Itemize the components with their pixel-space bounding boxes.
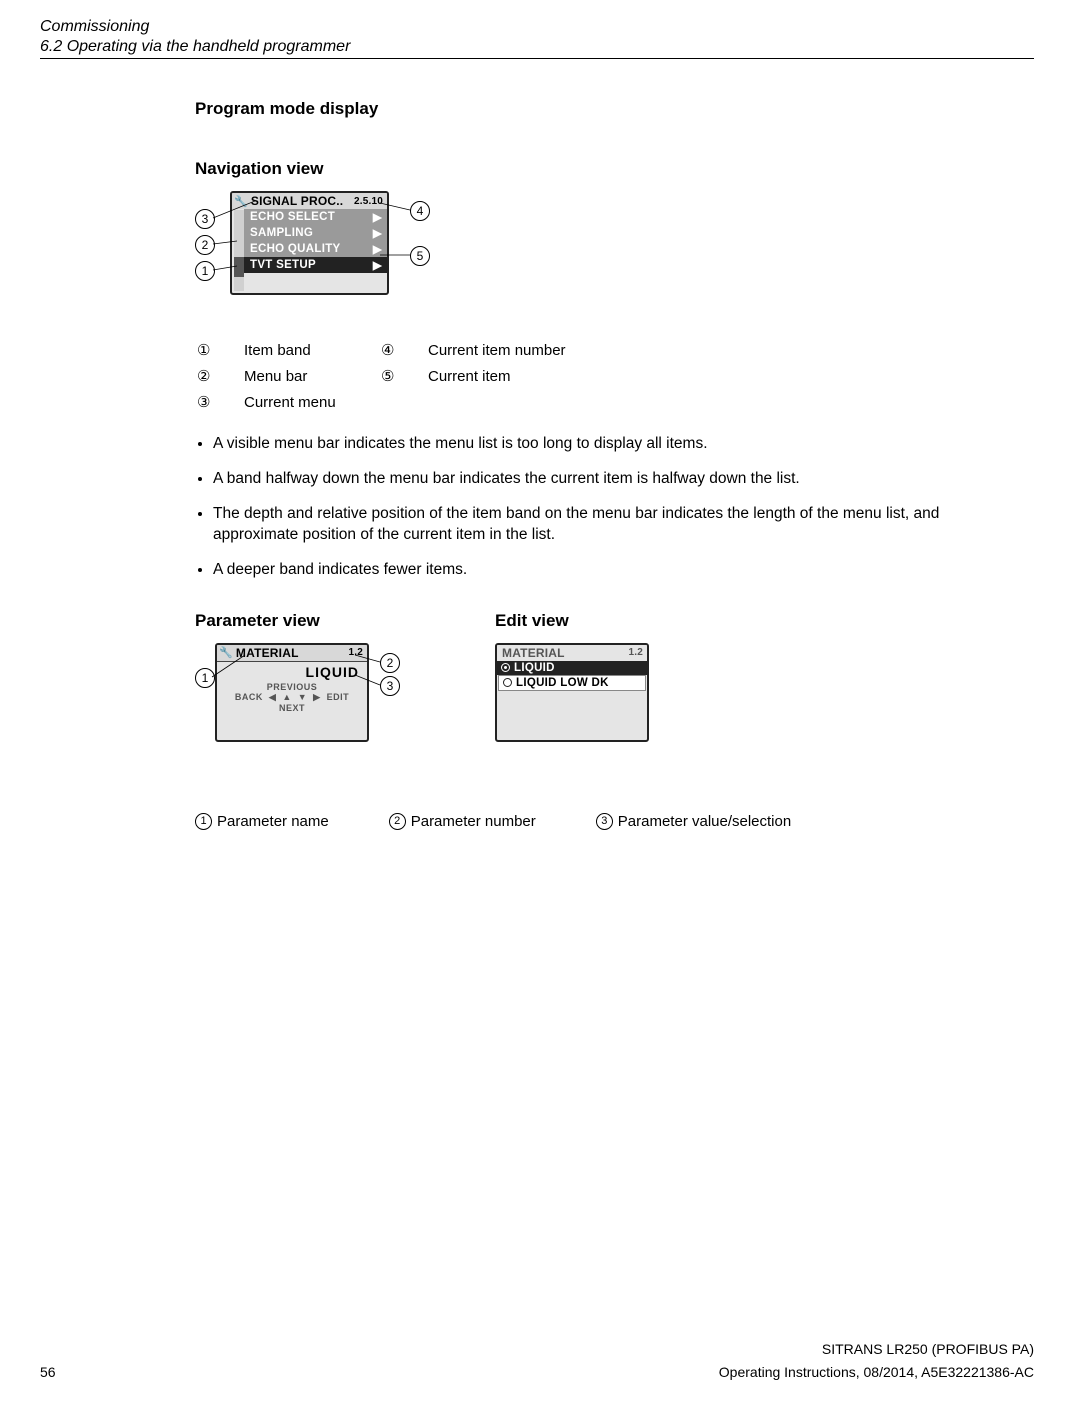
legend-label: Current item number [428,338,581,362]
legend-num: ① [197,338,242,362]
radio-selected-icon [501,663,510,672]
callout-4: 4 [410,201,430,221]
arrow-left-icon: ◀ [269,692,276,703]
bullet-item: The depth and relative position of the i… [213,504,1004,546]
nav-legend-table: ① Item band ④ Current item number ② Menu… [195,336,583,416]
edit-lcd-num: 1.2 [628,647,643,658]
footer-docinfo: Operating Instructions, 08/2014, A5E3222… [719,1364,1034,1380]
arrow-up-icon: ▲ [282,692,291,702]
nav-lcd-title-row: 🔧 SIGNAL PROC.. 2.5.10 [232,193,387,209]
nav-back: BACK [235,692,263,702]
legend-num: ④ [381,338,426,362]
edit-option: LIQUID LOW DK [498,675,646,691]
legend-label: Parameter number [411,813,536,830]
navigation-diagram: 🔧 SIGNAL PROC.. 2.5.10 ECHO SELECT▶ SAMP… [195,191,455,321]
heading-navigation-view: Navigation view [195,159,1004,179]
legend-num: 1 [195,813,212,830]
callout-2: 2 [195,235,215,255]
nav-previous: PREVIOUS [217,682,367,692]
header-chapter: Commissioning [40,18,1034,36]
legend-label: Parameter value/selection [618,813,791,830]
callout-1: 1 [195,668,215,688]
edit-option-label: LIQUID [514,662,555,674]
edit-option-label: LIQUID LOW DK [516,677,609,689]
nav-menu-item: SAMPLING▶ [244,225,387,241]
nav-lcd: 🔧 SIGNAL PROC.. 2.5.10 ECHO SELECT▶ SAMP… [230,191,389,295]
legend-num: 2 [389,813,406,830]
param-lcd: 🔧 MATERIAL 1.2 LIQUID PREVIOUS BACK ◀ ▲ [215,643,369,742]
callout-5: 5 [410,246,430,266]
parameter-diagram: 🔧 MATERIAL 1.2 LIQUID PREVIOUS BACK ◀ ▲ [195,643,405,753]
edit-option-selected: LIQUID [497,661,647,675]
nav-lcd-title-num: 2.5.10 [354,196,383,207]
nav-item-label: ECHO QUALITY [250,243,341,255]
heading-parameter-view: Parameter view [195,611,405,631]
nav-item-label: TVT SETUP [250,259,316,271]
nav-item-label: SAMPLING [250,227,313,239]
page-footer: SITRANS LR250 (PROFIBUS PA) 56 Operating… [40,1340,1034,1380]
callout-3: 3 [195,209,215,229]
edit-lcd: MATERIAL 1.2 LIQUID LIQUID LOW DK [495,643,649,742]
item-band [234,257,244,277]
bullet-item: A visible menu bar indicates the menu li… [213,434,1004,455]
heading-edit-view: Edit view [495,611,649,631]
wrench-icon: 🔧 [234,195,248,208]
footer-product: SITRANS LR250 (PROFIBUS PA) [40,1340,1034,1360]
nav-next: NEXT [217,703,367,713]
arrow-down-icon: ▼ [298,692,307,702]
nav-menu-item: ECHO QUALITY▶ [244,241,387,257]
param-lcd-title: MATERIAL [233,646,349,660]
nav-edit: EDIT [327,692,350,702]
header-rule [40,58,1034,59]
footer-page-number: 56 [40,1364,56,1380]
legend-label: Menu bar [244,364,379,388]
legend-label: Current menu [244,390,379,414]
menu-bar [234,210,244,291]
nav-item-label: ECHO SELECT [250,211,335,223]
arrow-right-icon: ▶ [313,692,320,703]
legend-label: Item band [244,338,379,362]
nav-menu-item-selected: TVT SETUP▶ [244,257,387,273]
callout-1: 1 [195,261,215,281]
heading-program-mode: Program mode display [195,99,1004,119]
legend-num: ② [197,364,242,388]
callout-2: 2 [380,653,400,673]
callout-3: 3 [380,676,400,696]
legend-label: Parameter name [217,813,329,830]
bullet-item: A band halfway down the menu bar indicat… [213,469,1004,490]
legend-num: ⑤ [381,364,426,388]
bullet-item: A deeper band indicates fewer items. [213,560,1004,581]
radio-unselected-icon [503,678,512,687]
param-legend-row: 1 Parameter name 2 Parameter number 3 Param… [195,813,1004,831]
legend-num: 3 [596,813,613,830]
param-lcd-num: 1.2 [348,647,363,658]
bullet-list: A visible menu bar indicates the menu li… [195,434,1004,581]
wrench-icon: 🔧 [219,646,233,659]
param-lcd-title-row: 🔧 MATERIAL 1.2 [217,645,367,661]
legend-label: Current item [428,364,581,388]
header-section: 6.2 Operating via the handheld programme… [40,38,1034,56]
edit-lcd-title: MATERIAL [499,646,628,660]
legend-num: ③ [197,390,242,414]
nav-menu-item: ECHO SELECT▶ [244,209,387,225]
nav-lcd-title: SIGNAL PROC.. [248,194,354,208]
param-lcd-value: LIQUID [217,662,367,682]
edit-lcd-title-row: MATERIAL 1.2 [497,645,647,661]
